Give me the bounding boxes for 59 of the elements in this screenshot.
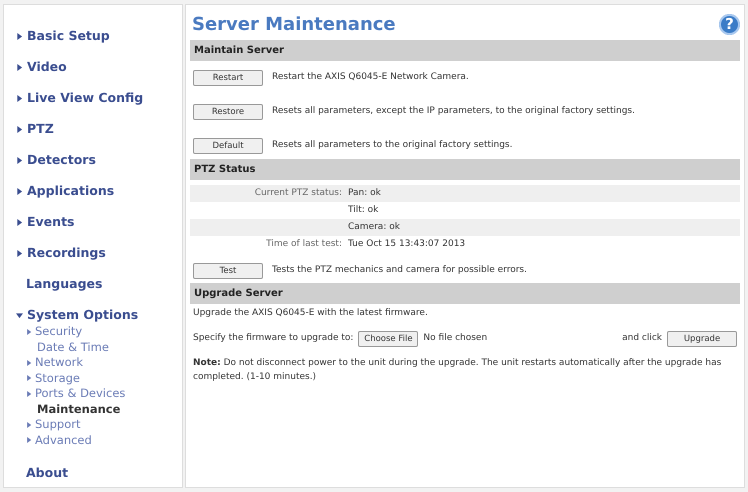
page-title: Server Maintenance bbox=[192, 13, 396, 37]
click-label: and click bbox=[622, 332, 662, 346]
caret-right-icon bbox=[16, 95, 23, 102]
caret-down-icon bbox=[16, 312, 23, 319]
sidebar-item[interactable]: Basic Setup bbox=[16, 21, 182, 52]
sidebar-item[interactable]: Events bbox=[16, 207, 182, 238]
sidebar-subitem[interactable]: Storage bbox=[16, 370, 182, 386]
sidebar-subitem[interactable]: Maintenance bbox=[16, 402, 182, 417]
sidebar-item[interactable]: PTZ bbox=[16, 114, 182, 145]
file-status: No file chosen bbox=[423, 332, 488, 346]
action-button[interactable]: Default bbox=[193, 138, 263, 154]
choose-file-button[interactable]: Choose File bbox=[358, 330, 418, 348]
status-value: Tilt: ok bbox=[348, 204, 380, 217]
caret-right-icon bbox=[16, 188, 23, 195]
caret-right-icon bbox=[26, 375, 32, 382]
status-value: Tue Oct 15 13:43:07 2013 bbox=[348, 238, 466, 251]
sidebar-item[interactable]: Detectors bbox=[16, 145, 182, 176]
status-value: Pan: ok bbox=[348, 186, 382, 200]
test-description: Tests the PTZ mechanics and camera for possible errors. bbox=[272, 264, 527, 278]
caret-right-icon bbox=[26, 328, 32, 335]
sidebar-item[interactable]: About bbox=[16, 458, 182, 489]
caret-right-icon bbox=[16, 250, 23, 257]
sidebar-item[interactable]: Languages bbox=[16, 269, 182, 300]
section-header: PTZ Status bbox=[190, 159, 740, 180]
sidebar-subitem[interactable]: Support bbox=[16, 417, 182, 432]
sidebar-item[interactable]: Live View Config bbox=[16, 83, 182, 114]
action-description: Restart the AXIS Q6045-E Network Camera. bbox=[272, 71, 469, 84]
upgrade-intro: Upgrade the AXIS Q6045-E with the latest firmware. bbox=[193, 307, 429, 320]
upgrade-note: Note: Do not disconnect power to the unit during the upgrade. The unit restarts automatically after the upgrade has completed. (1-10 minutes.) bbox=[193, 357, 722, 384]
sidebar-subitem[interactable]: Ports & Devices bbox=[16, 386, 182, 402]
sidebar-subitem[interactable]: Date & Time bbox=[16, 340, 182, 355]
section-header: Upgrade Server bbox=[190, 283, 740, 304]
status-label: Time of last test: bbox=[265, 238, 342, 251]
sidebar-subitem[interactable]: Advanced bbox=[16, 432, 182, 448]
action-description: Resets all parameters to the original factory settings. bbox=[272, 139, 512, 152]
action-description: Resets all parameters, except the IP parameters, to the original factory settings. bbox=[272, 105, 635, 118]
caret-right-icon bbox=[26, 360, 32, 366]
caret-right-icon bbox=[16, 64, 23, 71]
specify-label: Specify the firmware to upgrade to: bbox=[193, 332, 354, 346]
sidebar-subitem[interactable]: Network bbox=[16, 355, 182, 370]
caret-right-icon bbox=[26, 422, 32, 428]
caret-right-icon bbox=[26, 437, 32, 444]
caret-right-icon bbox=[16, 157, 23, 164]
caret-right-icon bbox=[16, 33, 23, 40]
caret-right-icon bbox=[16, 219, 23, 226]
sidebar-item[interactable]: Applications bbox=[16, 176, 182, 207]
sidebar-item[interactable]: Recordings bbox=[16, 238, 182, 269]
sidebar-subitem[interactable]: Security bbox=[16, 324, 182, 340]
section-header: Maintain Server bbox=[190, 40, 740, 61]
action-button[interactable]: Restart bbox=[193, 70, 263, 86]
test-button[interactable]: Test bbox=[193, 262, 263, 280]
caret-right-icon bbox=[26, 390, 32, 397]
action-button[interactable]: Restore bbox=[193, 104, 263, 120]
upgrade-button[interactable]: Upgrade bbox=[667, 330, 737, 348]
status-value: Camera: ok bbox=[348, 220, 401, 234]
help-button[interactable]: ? bbox=[719, 14, 740, 35]
caret-right-icon bbox=[16, 126, 23, 133]
status-label: Current PTZ status: bbox=[254, 186, 342, 200]
sidebar-item[interactable]: Video bbox=[16, 52, 182, 83]
